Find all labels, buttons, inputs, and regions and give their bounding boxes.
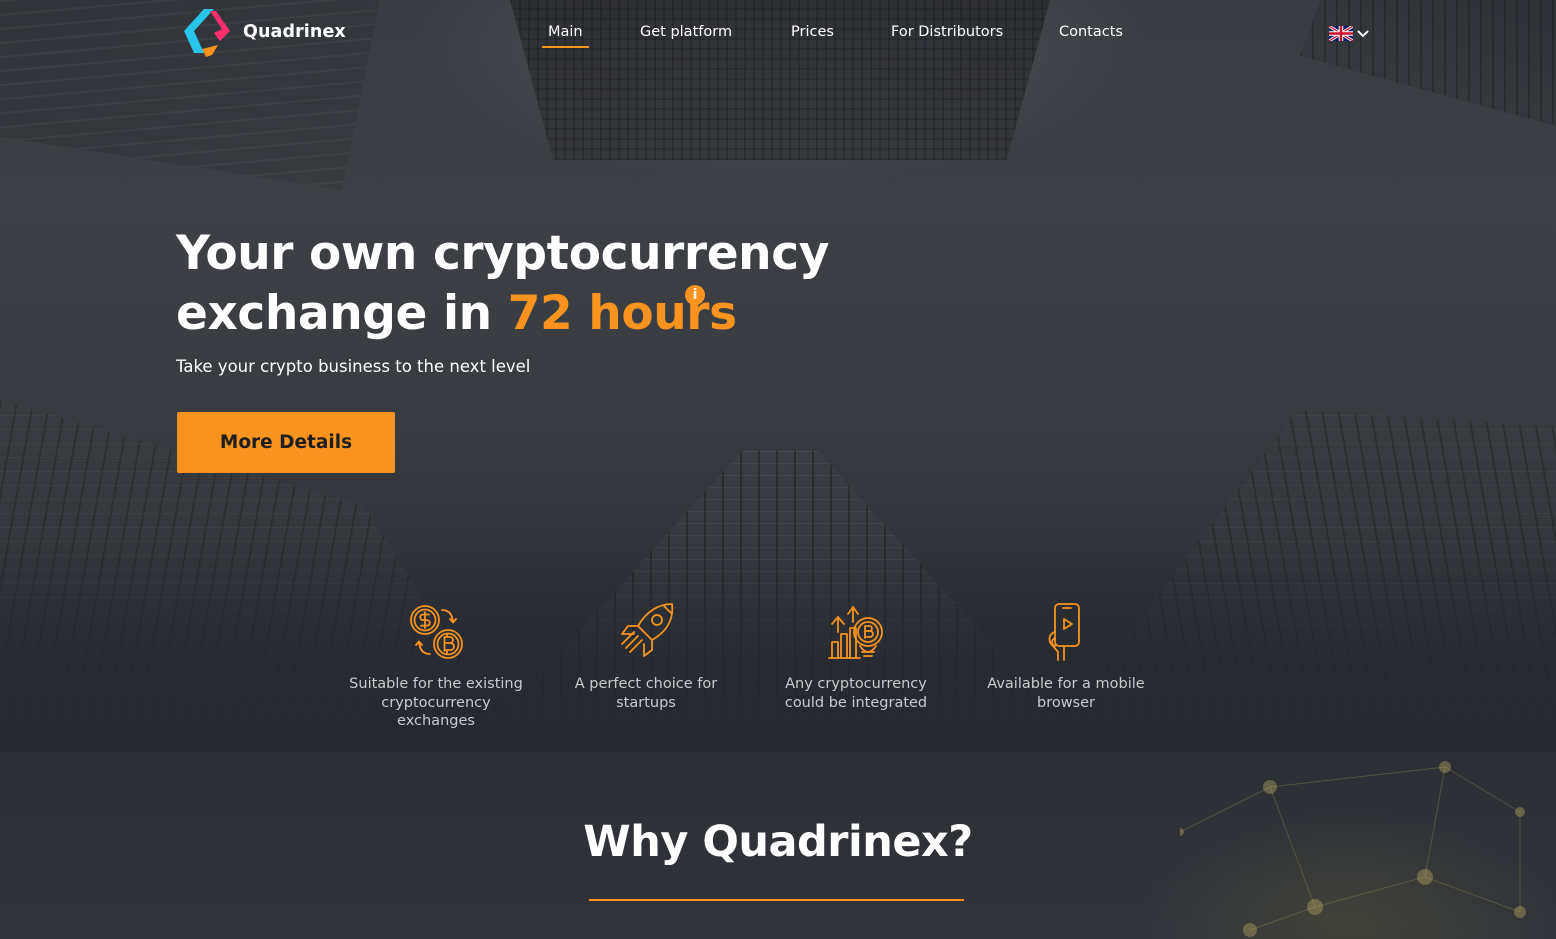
- language-selector[interactable]: [1329, 26, 1369, 41]
- hero-title-line2: exchange in: [176, 286, 508, 341]
- why-title: Why Quadrinex?: [583, 817, 973, 867]
- feature-item: Any cryptocurrency could be integrated: [766, 602, 946, 712]
- info-icon[interactable]: i: [685, 285, 705, 305]
- nav-item-main[interactable]: Main: [542, 24, 589, 48]
- building-top-right: [1300, 0, 1556, 126]
- uk-flag-icon: [1329, 26, 1353, 41]
- feature-label: Any cryptocurrency could be integrated: [784, 676, 928, 711]
- hero-title: Your own cryptocurrency exchange in 72 h…: [176, 224, 829, 344]
- more-details-button[interactable]: More Details: [177, 412, 395, 473]
- hero-subtitle: Take your crypto business to the next le…: [176, 357, 531, 376]
- nav-item-contacts[interactable]: Contacts: [1059, 24, 1123, 46]
- feature-label: Suitable for the existing cryptocurrency…: [349, 676, 523, 729]
- chevron-down-icon: [1357, 30, 1369, 37]
- feature-item: Available for a mobile browser: [976, 602, 1156, 712]
- feature-item: Suitable for the existing cryptocurrency…: [346, 602, 526, 731]
- feature-label: Available for a mobile browser: [987, 676, 1145, 711]
- hero-title-line1: Your own cryptocurrency: [176, 226, 829, 281]
- page: Quadrinex Main Get platform Prices For D…: [0, 0, 1556, 939]
- bitcoin-growth-icon: [828, 606, 883, 659]
- nav-item-prices[interactable]: Prices: [791, 24, 834, 46]
- main-nav: Main Get platform Prices For Distributor…: [0, 24, 1556, 54]
- feature-label: A perfect choice for startups: [574, 676, 718, 711]
- why-title-underline: [589, 899, 964, 901]
- nav-item-get-platform[interactable]: Get platform: [640, 24, 732, 46]
- nav-item-for-distributors[interactable]: For Distributors: [891, 24, 1003, 46]
- coins-exchange-icon: [410, 605, 463, 659]
- rocket-icon: [621, 603, 674, 657]
- mobile-phone-icon: [1048, 603, 1080, 661]
- feature-item: A perfect choice for startups: [556, 602, 736, 712]
